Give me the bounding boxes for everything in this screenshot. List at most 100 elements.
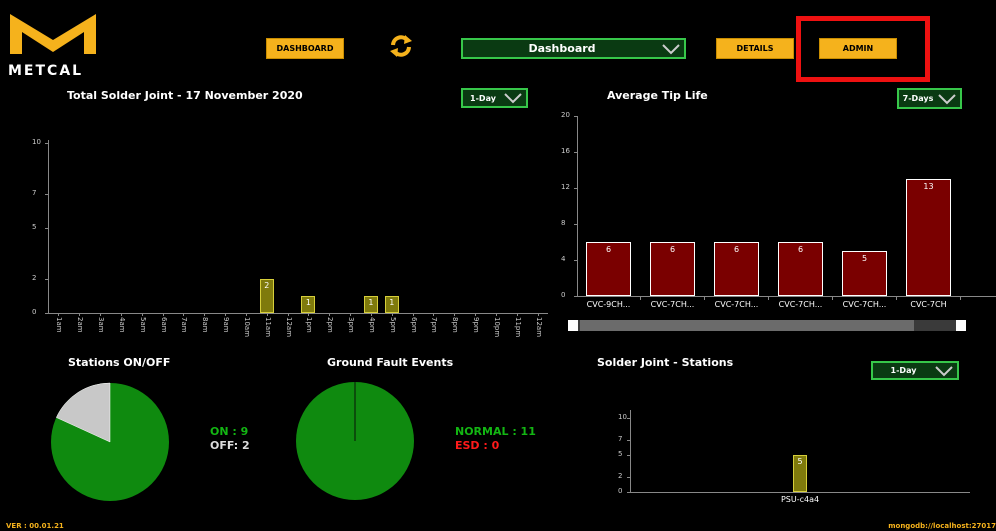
bar-value-label: 1 (389, 298, 395, 307)
bar-value-label: 5 (797, 457, 803, 466)
view-dropdown[interactable]: Dashboard (461, 38, 686, 59)
y-tick (574, 224, 577, 225)
tip-life-title: Average Tip Life (607, 89, 708, 102)
x-tick-label: 3pm (347, 317, 356, 333)
x-tick-label: 9pm (472, 317, 481, 333)
y-tick-label: 20 (561, 111, 570, 119)
x-tick (266, 313, 268, 316)
x-tick (768, 296, 769, 300)
scroll-left-button[interactable] (568, 320, 578, 331)
x-tick-label: PSU-c4a4 (780, 495, 820, 504)
y-tick-label: 5 (618, 450, 623, 458)
x-tick-label: 5am (138, 317, 147, 333)
x-tick (308, 313, 310, 316)
y-tick (574, 188, 577, 189)
x-tick (141, 313, 143, 316)
solder-stations-title: Solder Joint - Stations (597, 356, 734, 369)
y-tick-label: 4 (561, 255, 566, 263)
tip-life-range-dropdown[interactable]: 7-Days (897, 88, 962, 109)
x-tick (391, 313, 393, 316)
y-tick-label: 12 (561, 183, 570, 191)
x-tick (537, 313, 539, 316)
x-tick (896, 296, 897, 300)
x-tick (433, 313, 435, 316)
y-tick (45, 279, 48, 280)
x-tick-label: 7pm (430, 317, 439, 333)
x-tick (120, 313, 122, 316)
x-tick (495, 313, 497, 316)
details-button[interactable]: DETAILS (716, 38, 794, 59)
view-dropdown-value: Dashboard (528, 42, 596, 55)
y-tick-label: 2 (32, 274, 37, 282)
x-tick-label: 2pm (326, 317, 335, 333)
chevron-down-icon (662, 43, 680, 54)
x-tick-label: 4am (117, 317, 126, 333)
y-tick (627, 440, 630, 442)
x-tick (58, 313, 60, 316)
y-tick (574, 116, 577, 117)
tip-life-chart: 20 16 12 8 4 0 6 CVC-9CH... 6 CVC-7CH... 6 CVC-7CH.… (560, 110, 996, 320)
scroll-right-button[interactable] (956, 320, 966, 331)
y-tick-label: 10 (618, 413, 627, 421)
x-tick-label: 12am (534, 317, 543, 338)
x-tick-label: CVC-7CH... (778, 300, 823, 309)
ground-fault-pie (296, 382, 414, 500)
x-tick-label: CVC-7CH... (842, 300, 887, 309)
x-tick (79, 313, 81, 316)
bar-value-label: 5 (861, 254, 868, 263)
y-tick (45, 194, 48, 195)
x-tick-label: 6pm (409, 317, 418, 333)
bar-value-label: 1 (368, 298, 374, 307)
x-tick (162, 313, 164, 316)
y-tick (627, 455, 630, 456)
x-tick-label: 1am (55, 317, 64, 333)
x-tick-label: CVC-9CH... (586, 300, 631, 309)
y-tick-label: 0 (618, 487, 623, 495)
y-tick-label: 2 (618, 472, 623, 481)
dashboard-button[interactable]: DASHBOARD (266, 38, 344, 59)
x-tick-label: 6am (159, 317, 168, 333)
solder-stations-range-dropdown[interactable]: 1-Day (871, 361, 959, 380)
solder-stations-chart: 10 7 5 2 0 5 PSU-c4a4 (600, 385, 980, 505)
admin-button[interactable]: ADMIN (819, 38, 897, 59)
total-solder-chart: 10 7 5 2 0 1am 2am 3am 4am 5am 6am 7am 8am 9am 10am 11a… (20, 138, 560, 350)
x-tick (329, 313, 331, 316)
ground-fault-esd-label: ESD : 0 (455, 439, 500, 452)
x-axis (630, 492, 970, 493)
x-tick-label: 10pm (492, 317, 501, 338)
x-tick-label: 3am (97, 317, 106, 333)
y-axis (48, 140, 49, 313)
ground-fault-normal-label: NORMAL : 11 (455, 425, 536, 438)
x-tick-label: 5pm (388, 317, 397, 333)
y-tick-label: 7 (618, 435, 623, 444)
x-tick (370, 313, 372, 316)
chevron-down-icon (504, 93, 522, 104)
tip-life-scrollbar[interactable] (568, 320, 966, 331)
y-tick (574, 296, 577, 297)
total-solder-range-value: 1-Day (470, 93, 496, 103)
y-tick (45, 143, 48, 144)
bar-value-label: 6 (669, 245, 676, 254)
y-tick-label: 0 (32, 308, 37, 316)
x-tick (704, 296, 705, 300)
scroll-thumb[interactable] (580, 320, 914, 331)
x-tick (350, 313, 352, 316)
x-tick (475, 313, 477, 316)
x-tick-label: 2am (76, 317, 85, 333)
db-label: mongodb://localhost:27017 (888, 522, 996, 530)
refresh-icon[interactable] (388, 33, 414, 59)
stations-off-label: OFF: 2 (210, 439, 250, 452)
y-tick (627, 418, 630, 419)
x-tick-label: CVC-7CH (910, 300, 947, 309)
y-tick-label: 8 (561, 219, 566, 227)
x-tick (640, 296, 641, 300)
bar-value-label: 6 (797, 245, 804, 254)
metcal-logo: METCAL (8, 12, 128, 79)
logo-icon (10, 14, 96, 54)
x-tick-label: CVC-7CH... (650, 300, 695, 309)
y-tick-label: 16 (561, 147, 570, 155)
total-solder-range-dropdown[interactable]: 1-Day (461, 88, 528, 108)
stations-pie (51, 382, 169, 501)
y-tick-label: 0 (561, 291, 566, 299)
bar-value-label: 13 (923, 182, 934, 191)
